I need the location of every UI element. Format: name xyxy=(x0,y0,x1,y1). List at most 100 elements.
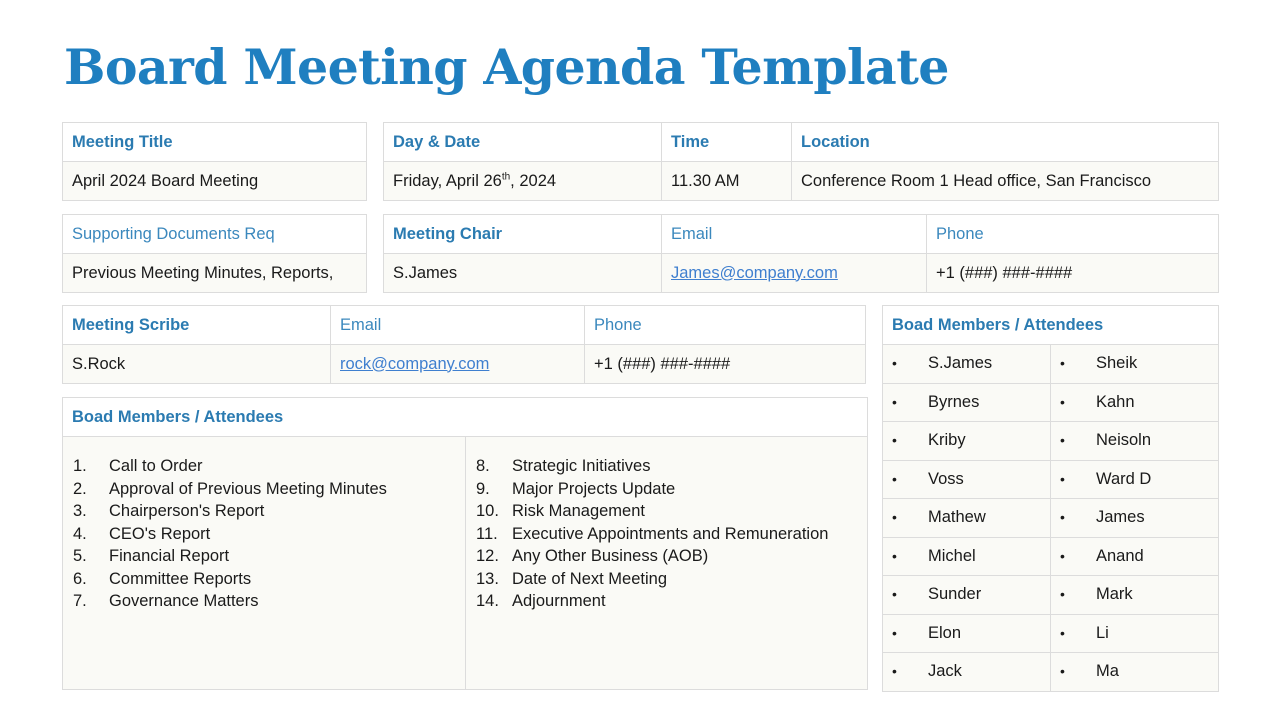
bullet-icon: • xyxy=(1060,547,1065,564)
attendee-cell[interactable]: • Mathew xyxy=(882,498,1051,538)
agenda-item-text: Risk Management xyxy=(512,502,645,520)
agenda-item-number: 4. xyxy=(73,524,87,543)
bullet-icon: • xyxy=(1060,432,1065,449)
agenda-item-text: Chairperson's Report xyxy=(109,502,265,520)
bullet-icon: • xyxy=(1060,663,1065,680)
agenda-item: 10. Risk Management xyxy=(476,500,857,523)
meeting-title-table: Meeting Title April 2024 Board Meeting xyxy=(62,122,367,201)
date-label: Day & Date xyxy=(383,122,662,162)
agenda-item-number: 3. xyxy=(73,502,87,520)
bullet-icon: • xyxy=(1060,355,1065,372)
agenda-item-text: Approval of Previous Meeting Minutes xyxy=(109,479,387,498)
agenda-item-number: 11. xyxy=(476,524,498,543)
attendee-name: Voss xyxy=(928,469,964,488)
location-label: Location xyxy=(791,122,1219,162)
attendee-name: Elon xyxy=(928,623,962,642)
attendee-cell[interactable]: • Byrnes xyxy=(882,382,1051,422)
chair-table: Meeting Chair Email Phone S.James James@… xyxy=(383,214,1219,293)
attendee-cell[interactable]: • Sunder xyxy=(882,575,1051,615)
agenda-item-text: Call to Order xyxy=(109,457,203,475)
agenda-item: 13. Date of Next Meeting xyxy=(476,568,857,591)
meeting-title-value[interactable]: April 2024 Board Meeting xyxy=(62,161,367,201)
scribe-email-link[interactable]: rock@company.com xyxy=(340,355,489,373)
attendee-cell[interactable]: • Elon xyxy=(882,613,1051,653)
attendee-cell[interactable]: • Ma xyxy=(1050,652,1219,692)
agenda-left-column: 1. Call to Order 2. Approval of Previous Me… xyxy=(62,436,466,690)
date-day: Friday, April 26 xyxy=(393,171,502,190)
attendee-row: • Michel • Anand xyxy=(882,536,1219,576)
attendee-cell[interactable]: • Li xyxy=(1050,613,1219,653)
scribe-phone-label: Phone xyxy=(584,305,866,345)
attendee-row: • Jack • Ma xyxy=(882,652,1219,692)
attendee-cell[interactable]: • Jack xyxy=(882,652,1051,692)
attendee-cell[interactable]: • Mark xyxy=(1050,575,1219,615)
attendee-row: • Voss • Ward D xyxy=(882,459,1219,499)
supporting-docs-value[interactable]: Previous Meeting Minutes, Reports, xyxy=(62,253,367,293)
attendee-cell[interactable]: • S.James xyxy=(882,344,1051,384)
chair-phone-label: Phone xyxy=(926,214,1219,254)
scribe-email-label: Email xyxy=(330,305,585,345)
agenda-item-number: 5. xyxy=(73,547,87,565)
attendee-name: Mark xyxy=(1096,585,1133,604)
bullet-icon: • xyxy=(892,509,897,526)
chair-email-link[interactable]: James@company.com xyxy=(671,264,838,282)
date-value[interactable]: Friday, April 26th, 2024 xyxy=(383,161,662,201)
agenda-item-text: Strategic Initiatives xyxy=(512,457,651,475)
attendee-name: Ward D xyxy=(1096,469,1152,488)
chair-phone[interactable]: +1 (###) ###-#### xyxy=(926,253,1219,293)
agenda-item-number: 1. xyxy=(73,457,87,475)
meeting-title-label: Meeting Title xyxy=(62,122,367,162)
agenda-item-number: 8. xyxy=(476,457,490,475)
bullet-icon: • xyxy=(1060,509,1065,526)
agenda-item: 14. Adjournment xyxy=(476,590,857,613)
attendee-cell[interactable]: • Neisoln xyxy=(1050,421,1219,461)
agenda-item-text: Committee Reports xyxy=(109,569,252,588)
attendee-name: Neisoln xyxy=(1096,431,1152,450)
attendee-name: Michel xyxy=(928,546,976,565)
agenda-item-text: Date of Next Meeting xyxy=(512,569,667,588)
agenda-item: 11. Executive Appointments and Remunerati… xyxy=(476,523,857,546)
scribe-phone[interactable]: +1 (###) ###-#### xyxy=(584,344,866,384)
attendee-cell[interactable]: • Voss xyxy=(882,459,1051,499)
attendee-cell[interactable]: • Kriby xyxy=(882,421,1051,461)
bullet-icon: • xyxy=(892,393,897,410)
attendees-heading: Boad Members / Attendees xyxy=(882,305,1219,345)
agenda-item: 12. Any Other Business (AOB) xyxy=(476,545,857,568)
attendee-cell[interactable]: • Anand xyxy=(1050,536,1219,576)
bullet-icon: • xyxy=(892,470,897,487)
attendee-name: James xyxy=(1096,508,1145,527)
chair-name[interactable]: S.James xyxy=(383,253,662,293)
attendee-name: Kriby xyxy=(928,431,966,450)
scribe-name[interactable]: S.Rock xyxy=(62,344,331,384)
bullet-icon: • xyxy=(892,663,897,680)
attendee-cell[interactable]: • Ward D xyxy=(1050,459,1219,499)
agenda-item-number: 2. xyxy=(73,479,87,498)
agenda-item: 5. Financial Report xyxy=(73,545,455,568)
agenda-item: 2. Approval of Previous Meeting Minutes xyxy=(73,478,455,501)
scribe-email-cell: rock@company.com xyxy=(330,344,585,384)
agenda-item-number: 9. xyxy=(476,479,490,498)
bullet-icon: • xyxy=(1060,586,1065,603)
agenda-item: 3. Chairperson's Report xyxy=(73,500,455,523)
agenda-item: 4. CEO's Report xyxy=(73,523,455,546)
time-label: Time xyxy=(661,122,792,162)
time-value[interactable]: 11.30 AM xyxy=(661,161,792,201)
agenda-item-text: Executive Appointments and Remuneration xyxy=(512,524,829,543)
agenda-item: 9. Major Projects Update xyxy=(476,478,857,501)
page-title: Board Meeting Agenda Template xyxy=(64,38,949,96)
agenda-item-number: 14. xyxy=(476,592,499,610)
attendee-cell[interactable]: • James xyxy=(1050,498,1219,538)
bullet-icon: • xyxy=(1060,624,1065,641)
attendee-cell[interactable]: • Sheik xyxy=(1050,344,1219,384)
bullet-icon: • xyxy=(1060,470,1065,487)
attendee-cell[interactable]: • Kahn xyxy=(1050,382,1219,422)
attendee-name: S.James xyxy=(928,354,993,373)
agenda-item-number: 7. xyxy=(73,592,87,610)
attendee-name: Mathew xyxy=(928,508,986,527)
attendee-name: Jack xyxy=(928,662,962,681)
location-value[interactable]: Conference Room 1 Head office, San Franc… xyxy=(791,161,1219,201)
agenda-item-text: Major Projects Update xyxy=(512,479,676,498)
chair-label: Meeting Chair xyxy=(383,214,662,254)
agenda-heading: Boad Members / Attendees xyxy=(62,397,868,437)
attendee-cell[interactable]: • Michel xyxy=(882,536,1051,576)
